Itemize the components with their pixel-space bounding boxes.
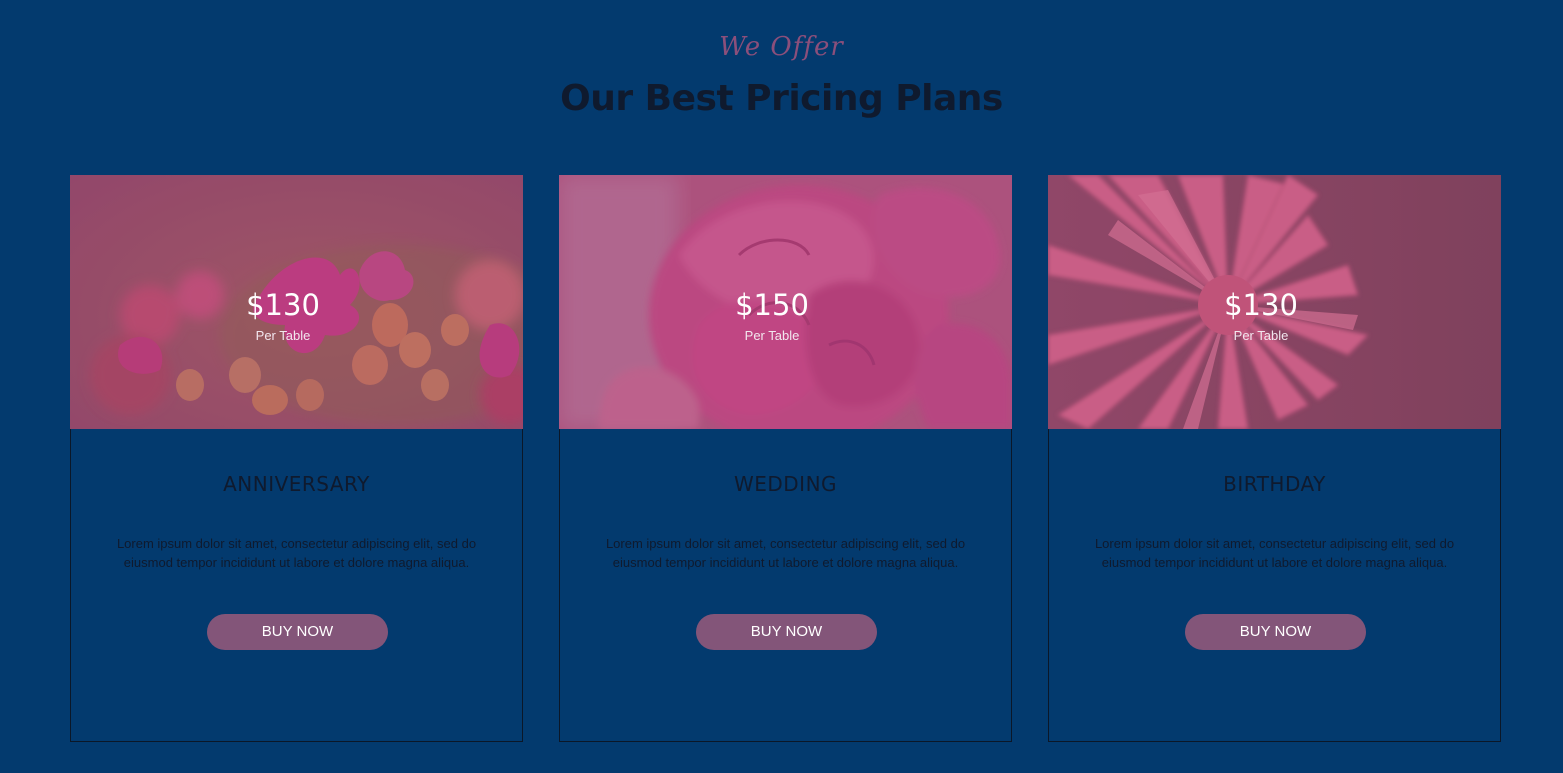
pricing-card-image: $130 Per Table: [1048, 175, 1501, 429]
buy-now-button[interactable]: BUY NOW: [1185, 614, 1366, 650]
plan-description: Lorem ipsum dolor sit amet, consectetur …: [605, 536, 966, 570]
price-block: $130 Per Table: [70, 285, 496, 347]
price: $150: [735, 288, 809, 322]
price-unit: Per Table: [744, 328, 800, 343]
pricing-card-anniversary: $130 Per Table ANNIVERSARY Lorem ipsum d…: [70, 175, 523, 742]
price-block: $130 Per Table: [1048, 285, 1474, 347]
price-block: $150 Per Table: [559, 285, 985, 347]
price-unit: Per Table: [1233, 328, 1289, 343]
section-title: Our Best Pricing Plans: [560, 78, 1003, 119]
price: $130: [1224, 288, 1298, 322]
price-unit: Per Table: [255, 328, 311, 343]
pricing-card-image: $130 Per Table: [70, 175, 523, 429]
plan-name: WEDDING: [733, 472, 838, 496]
plan-name: BIRTHDAY: [1223, 472, 1326, 496]
plan-description: Lorem ipsum dolor sit amet, consectetur …: [116, 536, 477, 570]
pricing-card-image: $150 Per Table: [559, 175, 1012, 429]
pricing-card-birthday: $130 Per Table BIRTHDAY Lorem ipsum dolo…: [1048, 175, 1501, 742]
section-eyebrow: We Offer: [719, 32, 844, 62]
buy-now-button[interactable]: BUY NOW: [696, 614, 877, 650]
plan-name: ANNIVERSARY: [223, 472, 370, 496]
plan-description: Lorem ipsum dolor sit amet, consectetur …: [1094, 536, 1455, 570]
price: $130: [246, 288, 320, 322]
buy-now-button[interactable]: BUY NOW: [207, 614, 388, 650]
pricing-card-wedding: $150 Per Table WEDDING Lorem ipsum dolor…: [559, 175, 1012, 742]
